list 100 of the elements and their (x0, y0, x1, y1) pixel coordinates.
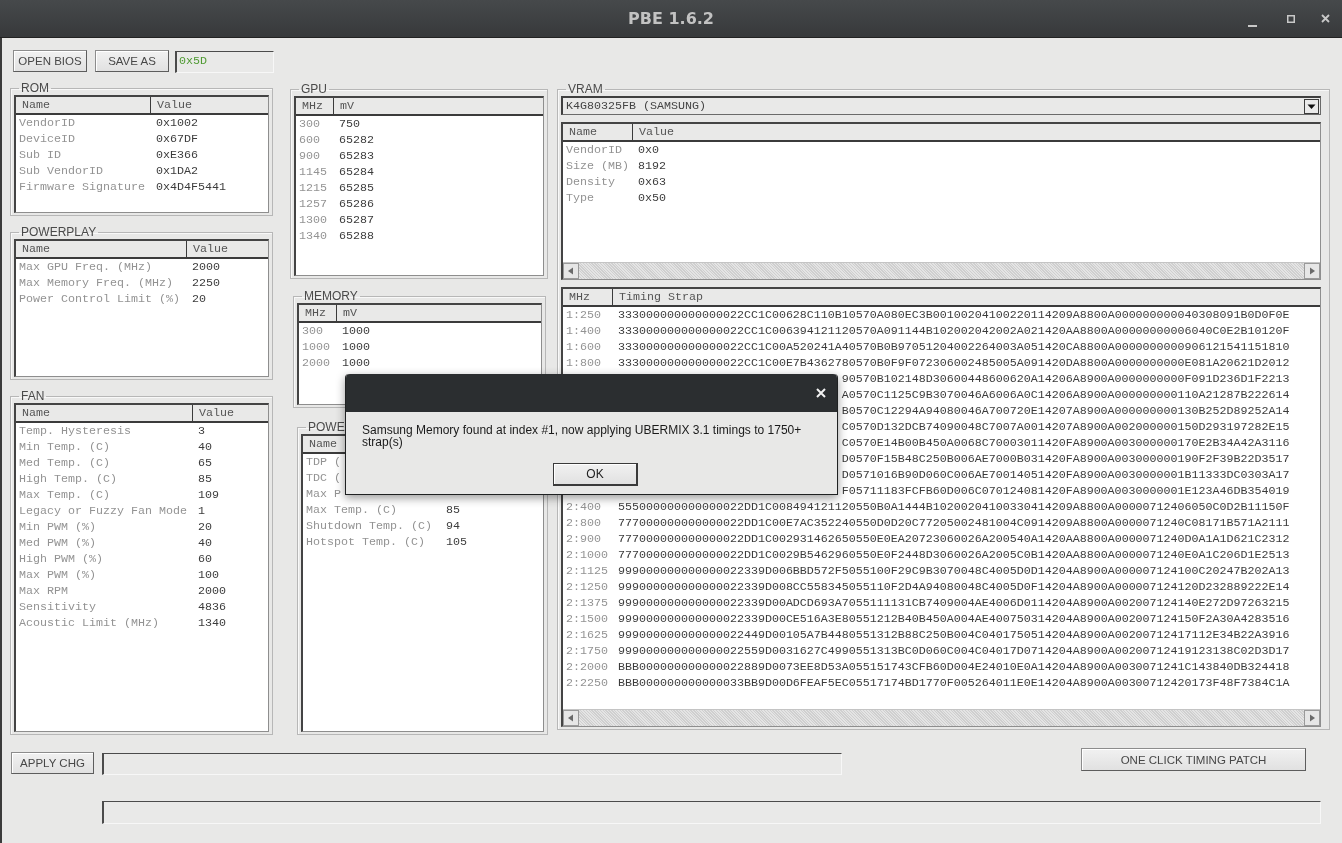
table-cell: Firmware Signature (19, 180, 145, 194)
text-field[interactable] (102, 753, 842, 775)
close-icon[interactable] (1321, 14, 1330, 23)
table-cell: 1000 (342, 340, 370, 354)
table-cell: 333000000000000022CC1C006394121120570A091144B102002042002A021420AA8800A00000000006040C0E2B10120F (618, 324, 1290, 338)
table-cell: 20 (198, 520, 212, 534)
open-bios-button[interactable]: OPEN BIOS (13, 50, 87, 72)
table-cell: 2:2000 (566, 660, 608, 674)
group-title: MEMORY (303, 290, 359, 303)
arrow-left-icon[interactable] (563, 263, 579, 279)
table-cell: 2250 (192, 276, 220, 290)
column-header: Value (198, 405, 235, 421)
horizontal-scrollbar[interactable] (563, 262, 1320, 279)
column-header: MHz (299, 305, 337, 321)
table-cell: Sub ID (19, 148, 61, 162)
minimize-icon[interactable] (1248, 24, 1257, 27)
table-cell: C0570E14B00B450A0068C70003011420FA8900A003000000170E2B34A42A3116 (841, 436, 1290, 450)
table-cell: 65 (198, 456, 212, 470)
table-cell: 65283 (339, 149, 374, 163)
table-cell: 0x1002 (156, 116, 198, 130)
arrow-left-icon[interactable] (563, 710, 579, 726)
table-cell: 105 (446, 535, 467, 549)
arrow-right-icon[interactable] (1304, 263, 1320, 279)
table-cell: 1:250 (566, 308, 601, 322)
group-title: GPU (300, 83, 328, 96)
table-cell: 2:1750 (566, 644, 608, 658)
column-header: mV (339, 98, 355, 114)
table-cell: D0570F15B48C250B006AE7000B031420FA8900A003000000190F2F39B22D3517 (841, 452, 1290, 466)
column-header: MHz (563, 289, 613, 305)
table-cell: 3 (198, 424, 205, 438)
maximize-icon[interactable] (1287, 14, 1295, 23)
table-cell: 40 (198, 440, 212, 454)
table-cell: VendorID (566, 143, 622, 157)
table-cell: Density (566, 175, 615, 189)
window-title: PBE 1.6.2 (628, 9, 714, 28)
table-cell: 777000000000000022DD1C00E7AC352240550D0D20C77205002481004C0914209A8800A0000071240C08171B571A2111 (618, 516, 1290, 530)
table-cell: 0x1DA2 (156, 164, 198, 178)
table-cell: B0570C12294A94080046A700720E14207A8900A000000000130B252D89252A14 (841, 404, 1290, 418)
table-cell: 1:600 (566, 340, 601, 354)
table-cell: 90570B102148D30600448600620A14206A8900A0000000000F091D236D1F2213 (841, 372, 1290, 386)
table-cell: 0xE366 (156, 148, 198, 162)
table-cell: Min Temp. (C) (19, 440, 110, 454)
table-cell: 1000 (342, 324, 370, 338)
column-header: mV (342, 305, 358, 321)
table-cell: D0571016B90D060C006AE70014051420FA8900A0030000001B11333DC0303A17 (841, 468, 1290, 482)
table-cell: TDP ( (306, 455, 341, 469)
group-title: VRAM (567, 83, 604, 96)
table-cell: 2000 (198, 584, 226, 598)
table-cell: Shutdown Temp. (C) (306, 519, 432, 533)
table-cell: VendorID (19, 116, 75, 130)
save-as-button[interactable]: SAVE AS (95, 50, 169, 72)
table-cell: A0570C1125C9B3070046A6006A0C14206A8900A000000000110A21287B222614 (841, 388, 1290, 402)
table-cell: 4836 (198, 600, 226, 614)
table-cell: 300 (302, 324, 323, 338)
table-cell: 333000000000000022CC1C00A520241A40570B0B97051204002264003A051420CA8800A0000000000906121541151810 (618, 340, 1290, 354)
table-cell: Med PWM (%) (19, 536, 96, 550)
horizontal-scrollbar[interactable] (563, 709, 1320, 726)
table-cell: 0x50 (638, 191, 666, 205)
table-cell: 1340 (299, 229, 327, 243)
table-cell: 0x67DF (156, 132, 198, 146)
ok-button[interactable]: OK (553, 463, 638, 486)
table-cell: 20 (192, 292, 206, 306)
table-cell: F05711183FCFB60D006C070124081420FA8900A0030000001E123A46DB354019 (841, 484, 1290, 498)
apply-button[interactable]: APPLY CHG (11, 752, 94, 774)
column-header: Name (16, 405, 193, 421)
table-cell: 60 (198, 552, 212, 566)
chip-dropdown[interactable]: K4G80325FB (SAMSUNG) (561, 96, 1321, 115)
timing-patch-button[interactable]: ONE CLICK TIMING PATCH (1081, 748, 1306, 771)
table-cell: 2:1250 (566, 580, 608, 594)
table-cell: 333000000000000022CC1C00628C110B10570A080EC3B00100204100220114209A8800A000000000040308091B0D0F0E (618, 308, 1290, 322)
table-cell: 999000000000000022559D0031627C4990551313BC0D060C004C04017D0714204A8900A00200712419123138C02D3D17 (618, 644, 1290, 658)
table-cell: 8192 (638, 159, 666, 173)
table-cell: Max Temp. (C) (19, 488, 110, 502)
table-cell: 999000000000000022339D008CC558345055110F2D4A94080048C4005D0F14204A8900A000007124120D232889222E14 (618, 580, 1290, 594)
table-cell: 2:900 (566, 532, 601, 546)
table-cell: 1340 (198, 616, 226, 630)
table-cell: BBB000000000000033BB9D00D6FEAF5EC05517174BD1770F005264011E0E14204A8900A00300712420173F48F7384C1A (618, 676, 1290, 690)
table-cell: Hotspot Temp. (C) (306, 535, 425, 549)
table-cell: 1:400 (566, 324, 601, 338)
column-header: Name (16, 241, 187, 257)
table-cell: 999000000000000022339D00CE516A3E80551212B40B450A004AE400750314204A8900A002007124150F2A30A4283516 (618, 612, 1290, 626)
table-cell: 1 (198, 504, 205, 518)
table-cell: 0x63 (638, 175, 666, 189)
table-cell: 2000 (302, 356, 330, 370)
table-cell: 65284 (339, 165, 374, 179)
table-cell: 1215 (299, 181, 327, 195)
table-cell: 2000 (192, 260, 220, 274)
text-field[interactable] (102, 801, 1321, 824)
table-cell: 777000000000000022DD1C002931462650550E0EA20723060026A200540A1420AA8800A0000071240D0A1A1D621C2312 (618, 532, 1290, 546)
table-cell: 2:1125 (566, 564, 608, 578)
arrow-right-icon[interactable] (1304, 710, 1320, 726)
caret-down-icon[interactable] (1304, 98, 1319, 114)
table-cell: 1145 (299, 165, 327, 179)
table-cell: Type (566, 191, 594, 205)
table-cell: 777000000000000022DD1C0029B5462960550E0F2448D3060026A2005C0B1420AA8800A0000071240E0A1C206D1E2513 (618, 548, 1290, 562)
table-cell: 0x0 (638, 143, 659, 157)
table-cell: 1000 (302, 340, 330, 354)
column-header: Value (638, 124, 675, 140)
table-cell: 65287 (339, 213, 374, 227)
table-cell: 65282 (339, 133, 374, 147)
